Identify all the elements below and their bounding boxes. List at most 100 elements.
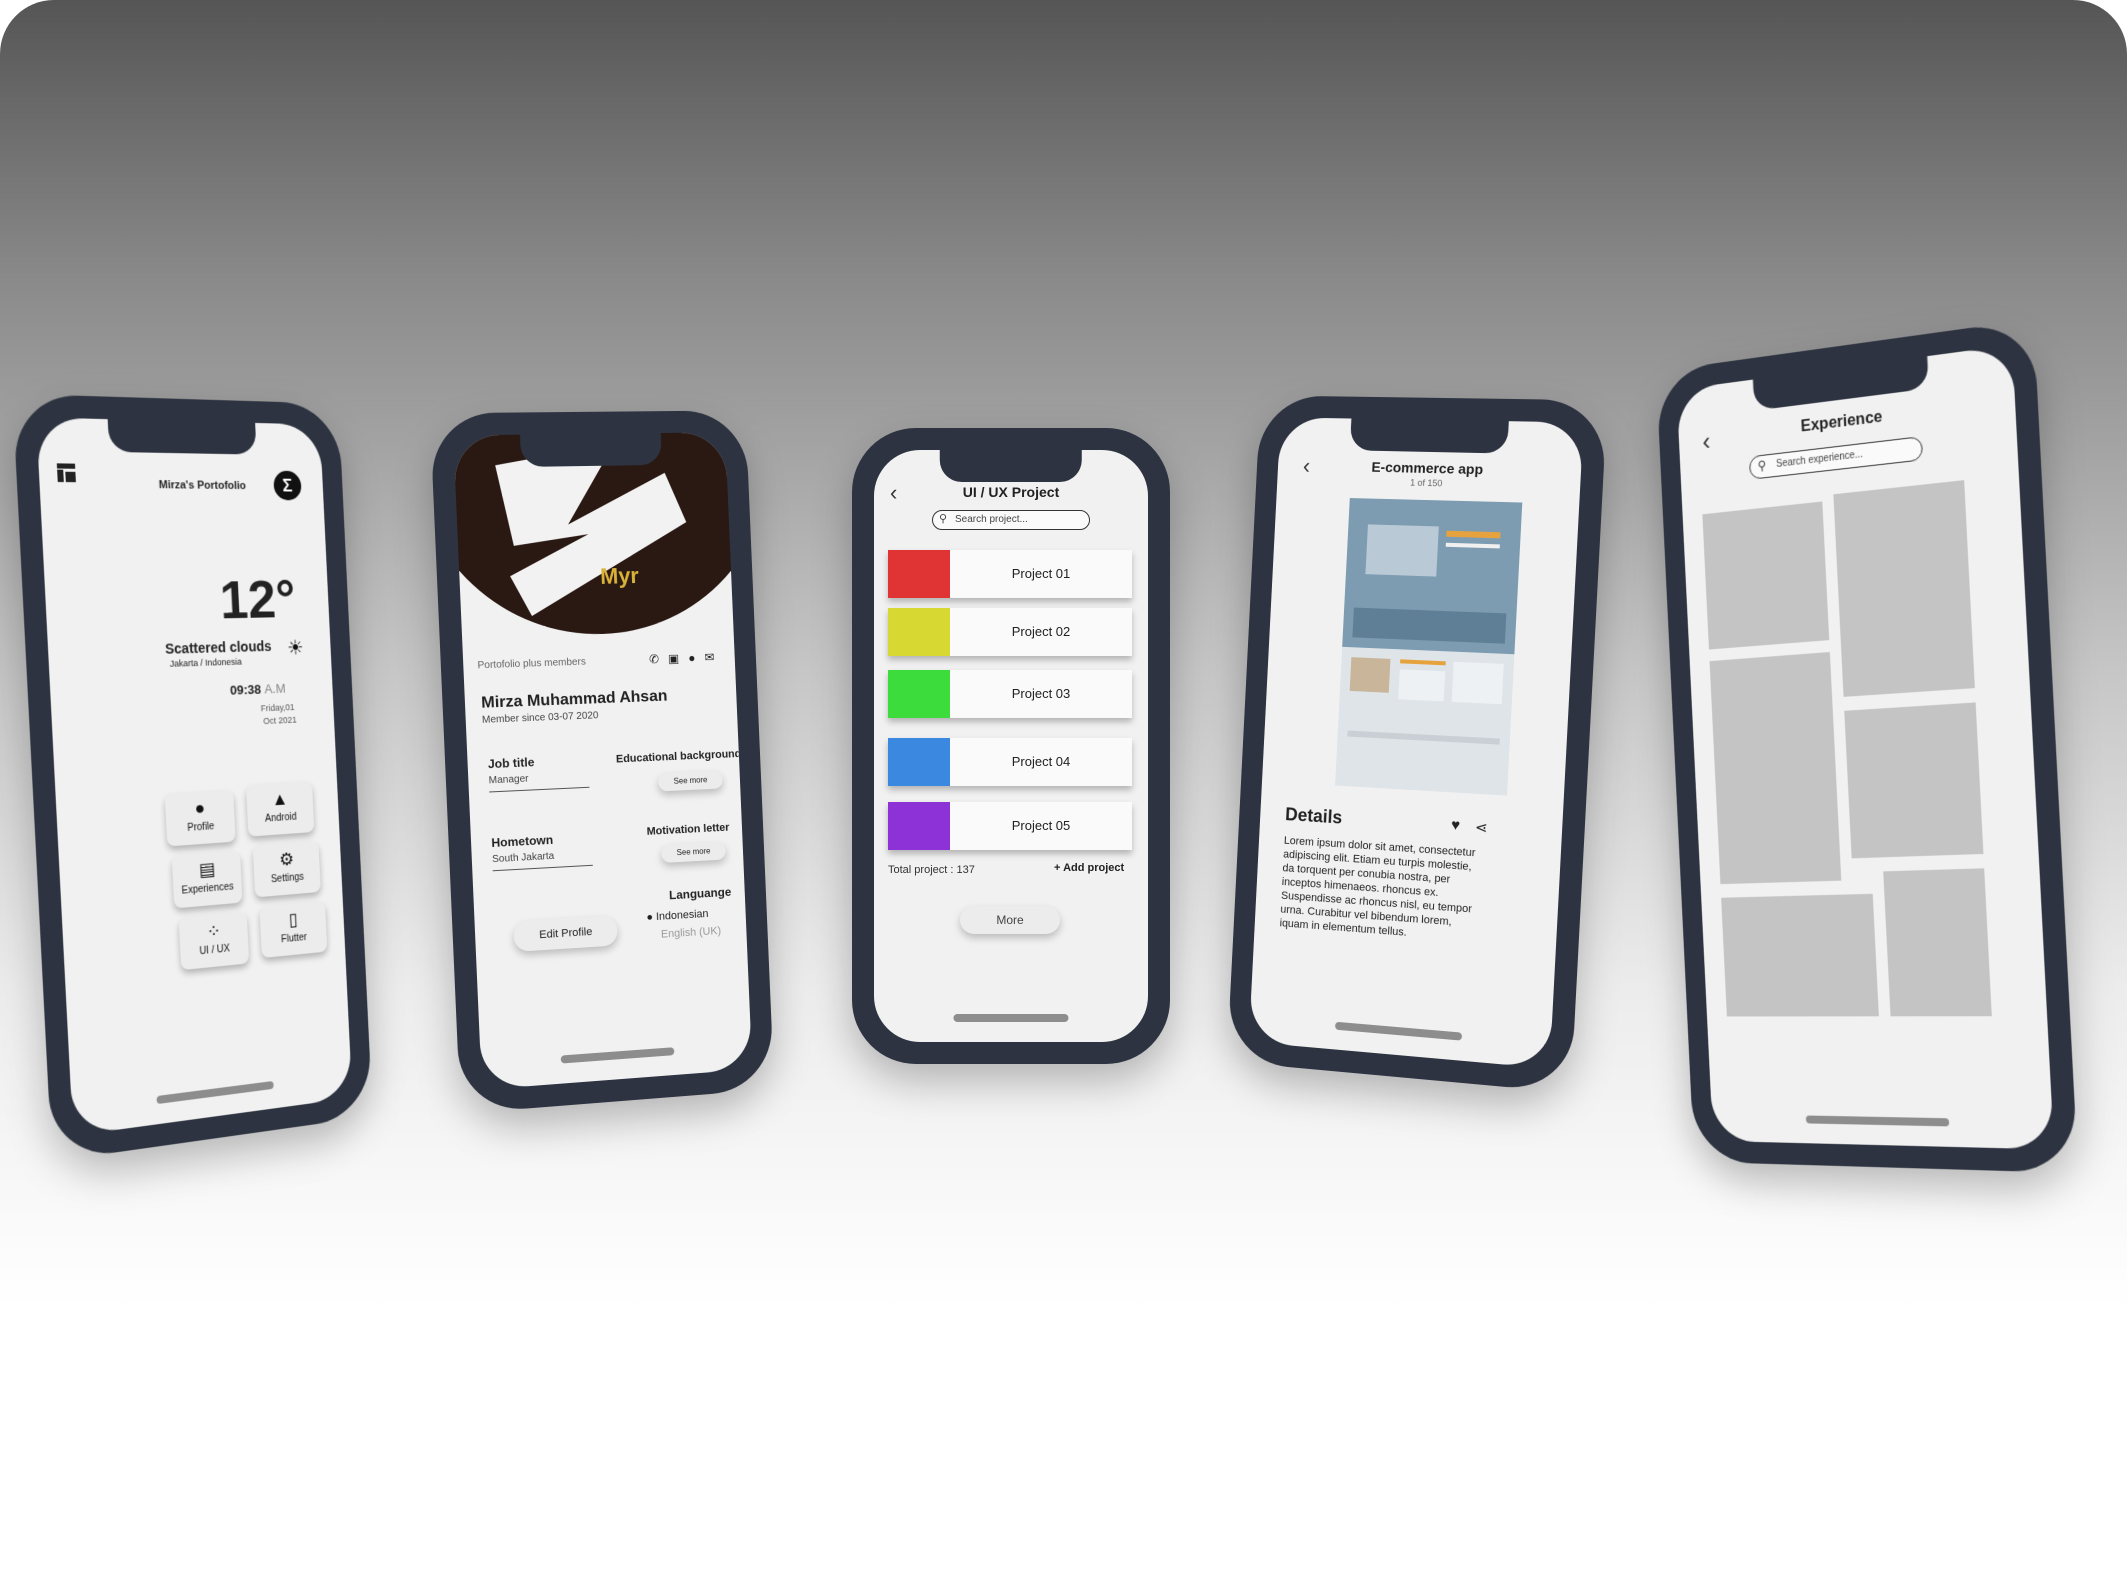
hometown-line: [492, 864, 593, 872]
experience-search[interactable]: ⚲ Search experience...: [1748, 436, 1924, 480]
project-item[interactable]: Project 02: [888, 608, 1132, 656]
search-icon: ⚲: [939, 513, 948, 525]
search-icon: ⚲: [1757, 457, 1767, 474]
tile-label: Settings: [270, 871, 305, 886]
tile-flutter[interactable]: ▯ Flutter: [259, 901, 328, 959]
search-placeholder: Search project...: [955, 514, 1028, 525]
experience-card[interactable]: [1883, 868, 1992, 1017]
stage: Mirza's Portofolio Σ 12° Scattered cloud…: [0, 0, 2127, 1596]
home-indicator[interactable]: [560, 1047, 675, 1064]
add-project-link[interactable]: + Add project: [1054, 862, 1124, 874]
edu-label: Educational background: [615, 748, 742, 766]
phone-experience: ‹ Experience ⚲ Search experience...: [1655, 319, 2079, 1174]
phone-icon[interactable]: ✆: [649, 652, 659, 666]
home-screen: Mirza's Portofolio Σ 12° Scattered cloud…: [36, 417, 353, 1136]
time-value: 09:38: [229, 681, 262, 698]
tile-label: UI / UX: [199, 943, 231, 958]
experience-card[interactable]: [1721, 893, 1879, 1017]
member-since: Member since 03-07 2020: [481, 710, 599, 726]
edu-see-more-button[interactable]: See more: [657, 770, 723, 792]
notch: [107, 419, 257, 455]
tile-profile[interactable]: ● Profile: [164, 790, 236, 847]
experience-card[interactable]: [1702, 501, 1830, 650]
tile-label: Experiences: [181, 881, 234, 897]
experience-screen: ‹ Experience ⚲ Search experience...: [1676, 344, 2055, 1150]
project-name: Project 04: [1011, 754, 1071, 769]
phone-profile: Myr Portofolio plus members ✆ ▣ ● ✉ Mirz…: [429, 410, 775, 1114]
project-color-swatch: [888, 608, 950, 656]
phone-home: Mirza's Portofolio Σ 12° Scattered cloud…: [12, 393, 373, 1162]
tile-experiences[interactable]: ▤ Experiences: [171, 851, 243, 909]
heart-icon[interactable]: ♥: [1451, 816, 1461, 834]
time: 09:38 A.M: [230, 681, 286, 698]
tile-settings[interactable]: ⚙ Settings: [252, 841, 321, 898]
project-item[interactable]: Project 03: [888, 670, 1132, 718]
search-placeholder: Search experience...: [1775, 449, 1864, 470]
tile-label: Profile: [187, 821, 215, 834]
section-label: Portofolio plus members: [477, 656, 587, 672]
brand-logo[interactable]: Σ: [273, 470, 302, 501]
weather-text: Scattered clouds: [164, 638, 272, 657]
hometown-value: South Jakarta: [491, 850, 555, 866]
page-title: Experience: [1800, 408, 1883, 436]
experience-card[interactable]: [1709, 651, 1842, 885]
edit-profile-button[interactable]: Edit Profile: [513, 915, 619, 952]
motivation-label: Motivation letter: [646, 821, 730, 838]
project-name: Project 03: [1011, 686, 1071, 701]
github-icon[interactable]: ●: [688, 651, 696, 665]
page-title: UI / UX Project: [962, 484, 1060, 500]
hometown-label: Hometown: [491, 832, 554, 851]
tile-uiux[interactable]: ⁘ UI / UX: [178, 912, 250, 971]
share-icon[interactable]: ⋖: [1475, 818, 1489, 837]
details-text: Lorem ipsum dolor sit amet, consectetur …: [1279, 834, 1476, 939]
home-indicator[interactable]: [1805, 1115, 1950, 1127]
project-color-swatch: [888, 802, 950, 850]
language-selected-label: Indonesian: [655, 907, 709, 924]
more-button[interactable]: More: [960, 906, 1060, 934]
person-icon: ●: [194, 797, 206, 819]
profile-screen: Myr Portofolio plus members ✆ ▣ ● ✉ Mirz…: [453, 432, 753, 1090]
linkedin-icon[interactable]: ▣: [668, 651, 680, 665]
mail-icon[interactable]: ✉: [704, 650, 714, 664]
job-title-value: Manager: [488, 773, 529, 787]
project-color-swatch: [888, 670, 950, 718]
project-color-swatch: [888, 550, 950, 598]
project-name: Project 02: [1011, 624, 1071, 639]
phone-projects: ‹ UI / UX Project ⚲ Search project... Pr…: [852, 428, 1170, 1064]
home-indicator[interactable]: [1334, 1021, 1462, 1041]
tile-android[interactable]: ▲ Android: [245, 781, 315, 837]
book-icon: ▤: [198, 859, 216, 881]
android-icon: ▲: [271, 788, 289, 810]
home-indicator[interactable]: [953, 1014, 1069, 1022]
date-line-2: Oct 2021: [263, 714, 297, 727]
project-item[interactable]: Project 01: [888, 550, 1132, 598]
project-name: Project 05: [1011, 818, 1071, 833]
project-item[interactable]: Project 04: [888, 738, 1132, 786]
job-title-label: Job title: [487, 755, 535, 772]
motivation-see-more-button[interactable]: See more: [661, 841, 726, 863]
notch: [1752, 356, 1929, 411]
total-projects: Total project : 137: [888, 864, 975, 876]
settings-icon: ⚙: [278, 849, 295, 870]
project-item[interactable]: Project 05: [888, 802, 1132, 850]
project-screenshot[interactable]: [1335, 498, 1523, 796]
notch: [1349, 418, 1509, 454]
experience-card[interactable]: [1833, 480, 1975, 697]
menu-grid-icon[interactable]: [56, 463, 76, 483]
details-title: Details: [1284, 804, 1343, 828]
language-option-other[interactable]: English (UK): [661, 925, 722, 941]
home-indicator[interactable]: [156, 1080, 275, 1105]
brand-title: Mirza's Portofolio: [158, 479, 247, 493]
project-color-swatch: [888, 738, 950, 786]
language-option-selected[interactable]: ● Indonesian: [646, 908, 708, 924]
sun-icon: ☀: [286, 637, 305, 660]
file-icon: ▯: [288, 909, 299, 930]
project-search[interactable]: ⚲ Search project...: [932, 510, 1090, 530]
tile-label: Android: [264, 811, 297, 825]
temperature: 12°: [218, 569, 297, 631]
detail-screen: ‹ E-commerce app 1 of 150 Details ♥ ⋖ Lo…: [1248, 417, 1584, 1069]
location: Jakarta / Indonesia: [169, 656, 243, 669]
experience-card[interactable]: [1844, 702, 1984, 859]
projects-screen: ‹ UI / UX Project ⚲ Search project... Pr…: [874, 450, 1148, 1042]
notch: [939, 450, 1083, 482]
